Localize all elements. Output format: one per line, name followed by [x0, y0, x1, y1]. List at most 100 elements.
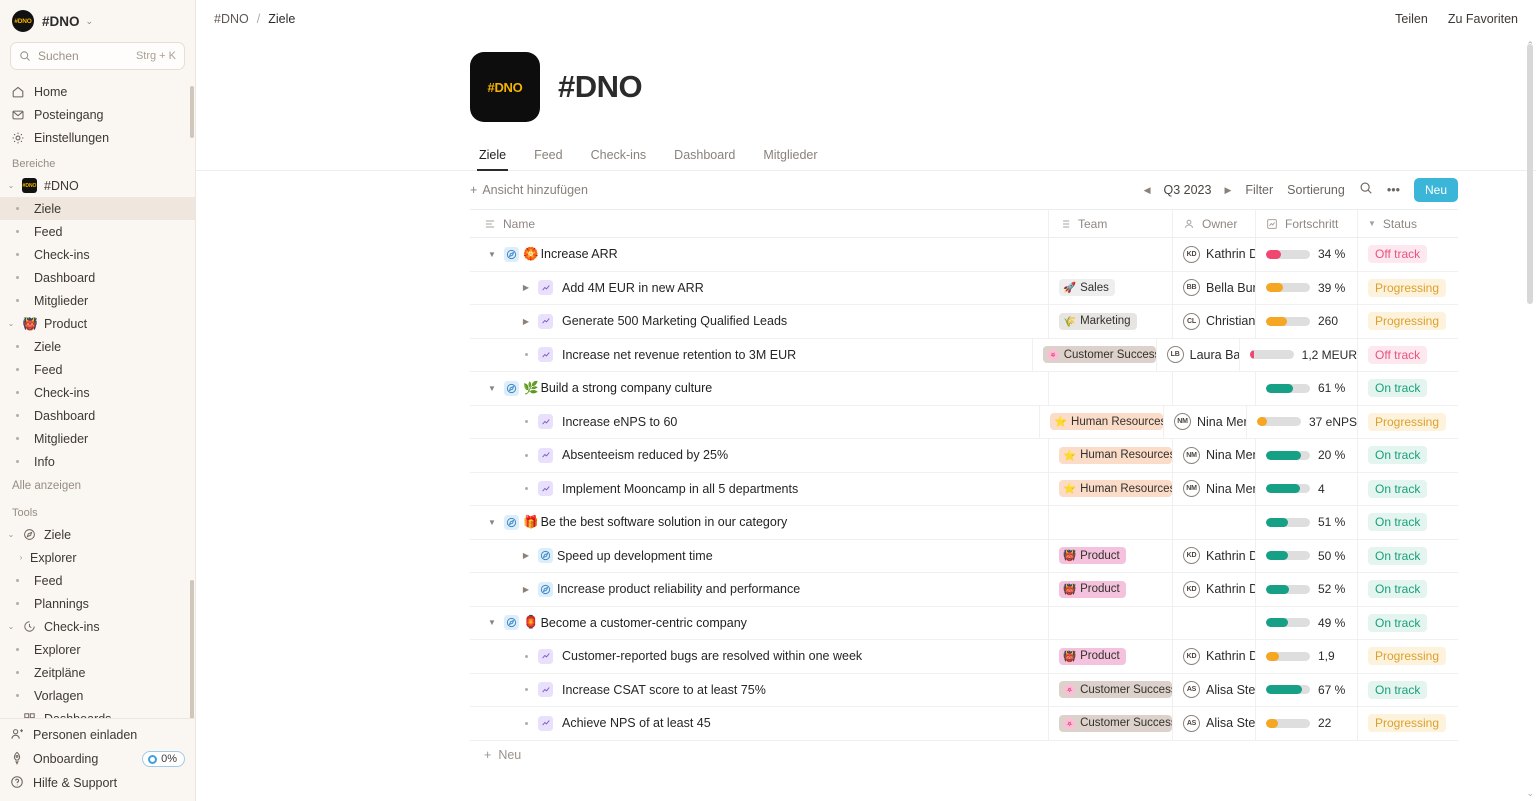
sort-button[interactable]: Sortierung: [1287, 183, 1345, 197]
cell-status[interactable]: On track: [1357, 372, 1458, 405]
avatar[interactable]: KD: [1183, 580, 1200, 598]
chevron-down-icon[interactable]: ⌄: [0, 181, 22, 190]
cell-progress[interactable]: 52 %: [1255, 573, 1357, 606]
cell-status[interactable]: On track: [1357, 539, 1458, 572]
cell-name[interactable]: ▶ Speed up development time: [470, 540, 1048, 573]
sidebar-item-product-info[interactable]: Info: [0, 450, 195, 473]
cell-team[interactable]: ⭐ Human Resources: [1048, 472, 1172, 505]
cell-status[interactable]: Off track: [1357, 238, 1458, 271]
cell-status[interactable]: On track: [1357, 673, 1458, 706]
cell-progress[interactable]: 50 %: [1255, 539, 1357, 572]
cell-owner[interactable]: KD Kathrin Dix: [1172, 539, 1255, 572]
cell-progress[interactable]: 39 %: [1255, 271, 1357, 304]
main-scrollbar-thumb[interactable]: [1527, 44, 1533, 304]
sidebar-scrollbar-lower[interactable]: [190, 580, 194, 718]
sidebar-item-dno-mitglieder[interactable]: Mitglieder: [0, 289, 195, 312]
chevron-down-icon[interactable]: ⌄: [0, 530, 22, 539]
cell-team[interactable]: 🌾 Marketing: [1048, 305, 1172, 338]
share-button[interactable]: Teilen: [1395, 12, 1428, 26]
cell-progress[interactable]: 49 %: [1255, 606, 1357, 639]
cell-name[interactable]: Implement Mooncamp in all 5 departments: [470, 473, 1048, 506]
cell-status[interactable]: Progressing: [1357, 405, 1458, 438]
column-header-fortschritt[interactable]: Fortschritt: [1255, 210, 1357, 237]
table-row[interactable]: ▼ 🏵️Increase ARR KD Kathrin Dix 34 % Off trac…: [470, 238, 1458, 272]
cell-team[interactable]: [1048, 606, 1172, 639]
cell-progress[interactable]: 4: [1255, 472, 1357, 505]
cell-progress[interactable]: 22: [1255, 707, 1357, 740]
cell-name[interactable]: Increase eNPS to 60: [470, 406, 1039, 439]
cell-status[interactable]: On track: [1357, 439, 1458, 472]
cell-owner[interactable]: NM Nina Menk: [1172, 472, 1255, 505]
onboarding-progress-badge[interactable]: 0%: [142, 751, 185, 767]
table-row[interactable]: ▶ Generate 500 Marketing Qualified Leads 🌾…: [470, 305, 1458, 339]
add-view-button[interactable]: + Ansicht hinzufügen: [470, 183, 588, 197]
avatar[interactable]: KD: [1183, 547, 1200, 565]
tab-dashboard[interactable]: Dashboard: [665, 144, 744, 171]
cell-team[interactable]: 🌸 Customer Success: [1048, 707, 1172, 740]
avatar[interactable]: CL: [1183, 312, 1200, 330]
status-badge[interactable]: Off track: [1368, 345, 1428, 364]
cell-progress[interactable]: 67 %: [1255, 673, 1357, 706]
sidebar-item-home[interactable]: Home: [0, 80, 195, 103]
cell-owner[interactable]: [1172, 372, 1255, 405]
tab-feed[interactable]: Feed: [525, 144, 572, 171]
table-row[interactable]: ▼ 🌿 Build a strong company culture 61 % On t…: [470, 372, 1458, 406]
cell-owner[interactable]: AS Alisa Steve: [1172, 707, 1255, 740]
column-header-status[interactable]: ▼ Status: [1357, 210, 1458, 237]
cell-name[interactable]: Achieve NPS of at least 45: [470, 707, 1048, 740]
cell-status[interactable]: Off track: [1357, 338, 1458, 371]
cell-progress[interactable]: 1,9: [1255, 640, 1357, 673]
sidebar-item-product-dashboard[interactable]: Dashboard: [0, 404, 195, 427]
cell-progress[interactable]: 51 %: [1255, 506, 1357, 539]
sidebar-tool-ziele[interactable]: ⌄ Ziele: [0, 523, 195, 546]
status-badge[interactable]: Progressing: [1368, 714, 1447, 733]
cell-name[interactable]: Increase CSAT score to at least 75%: [470, 674, 1048, 707]
sidebar-tool-checkins[interactable]: ⌄ Check-ins: [0, 615, 195, 638]
breadcrumb-item-current[interactable]: Ziele: [268, 12, 295, 26]
row-expand-toggle-icon[interactable]: ▼: [480, 250, 504, 259]
filter-button[interactable]: Filter: [1245, 183, 1273, 197]
cell-team[interactable]: [1048, 506, 1172, 539]
chevron-down-icon[interactable]: ⌄: [0, 714, 22, 718]
cell-team[interactable]: 👹 Product: [1048, 640, 1172, 673]
sidebar-item-product-ziele[interactable]: Ziele: [0, 335, 195, 358]
cell-status[interactable]: On track: [1357, 472, 1458, 505]
add-row-button[interactable]: + Neu: [470, 741, 1458, 769]
cell-owner[interactable]: LB Laura Barne: [1155, 338, 1239, 371]
team-chip[interactable]: 🌸 Customer Success: [1059, 714, 1172, 732]
table-row[interactable]: Increase CSAT score to at least 75% 🌸 Cust…: [470, 673, 1458, 707]
status-badge[interactable]: On track: [1368, 680, 1428, 699]
table-row[interactable]: Achieve NPS of at least 45 🌸 Customer Succ…: [470, 707, 1458, 741]
status-badge[interactable]: On track: [1368, 446, 1428, 465]
tab-mitglieder[interactable]: Mitglieder: [754, 144, 826, 171]
arrow-right-icon[interactable]: ▶: [1224, 185, 1231, 196]
cell-progress[interactable]: 34 %: [1255, 238, 1357, 271]
column-header-owner[interactable]: Owner: [1172, 210, 1255, 237]
more-horizontal-icon[interactable]: •••: [1387, 183, 1400, 197]
sidebar-item-ziele-explorer[interactable]: › Explorer: [0, 546, 195, 569]
cell-team[interactable]: ⭐ Human Resources: [1048, 439, 1172, 472]
cell-team[interactable]: 👹 Product: [1048, 573, 1172, 606]
row-expand-toggle-icon[interactable]: ▼: [480, 518, 504, 527]
chevron-down-icon[interactable]: ⌄: [0, 622, 22, 631]
table-row[interactable]: Implement Mooncamp in all 5 departments ⭐…: [470, 472, 1458, 506]
cell-team[interactable]: 🚀 Sales: [1048, 271, 1172, 304]
chevron-right-icon[interactable]: ›: [0, 553, 30, 562]
cell-owner[interactable]: NM Nina Menk: [1162, 405, 1246, 438]
row-expand-toggle-icon[interactable]: ▶: [514, 283, 538, 292]
table-row[interactable]: ▶ Increase product reliability and perfor…: [470, 573, 1458, 607]
team-chip[interactable]: 👹 Product: [1059, 580, 1126, 598]
sidebar-item-checkins-explorer[interactable]: Explorer: [0, 638, 195, 661]
status-badge[interactable]: On track: [1368, 613, 1428, 632]
sidebar-item-product-checkins[interactable]: Check-ins: [0, 381, 195, 404]
cell-name[interactable]: ▼ 🎁 Be the best software solution in our c…: [470, 506, 1048, 539]
cell-name[interactable]: ▼ 🌿 Build a strong company culture: [470, 372, 1048, 405]
team-chip[interactable]: 🚀 Sales: [1059, 279, 1115, 297]
avatar[interactable]: AS: [1183, 681, 1200, 699]
cell-status[interactable]: On track: [1357, 506, 1458, 539]
cell-owner[interactable]: [1172, 606, 1255, 639]
table-row[interactable]: Absenteeism reduced by 25% ⭐ Human Resourc…: [470, 439, 1458, 473]
column-header-name[interactable]: Name: [470, 210, 1048, 237]
arrow-left-icon[interactable]: ◀: [1144, 185, 1151, 196]
sidebar-space-dno[interactable]: ⌄ #DNO #DNO: [0, 174, 195, 197]
